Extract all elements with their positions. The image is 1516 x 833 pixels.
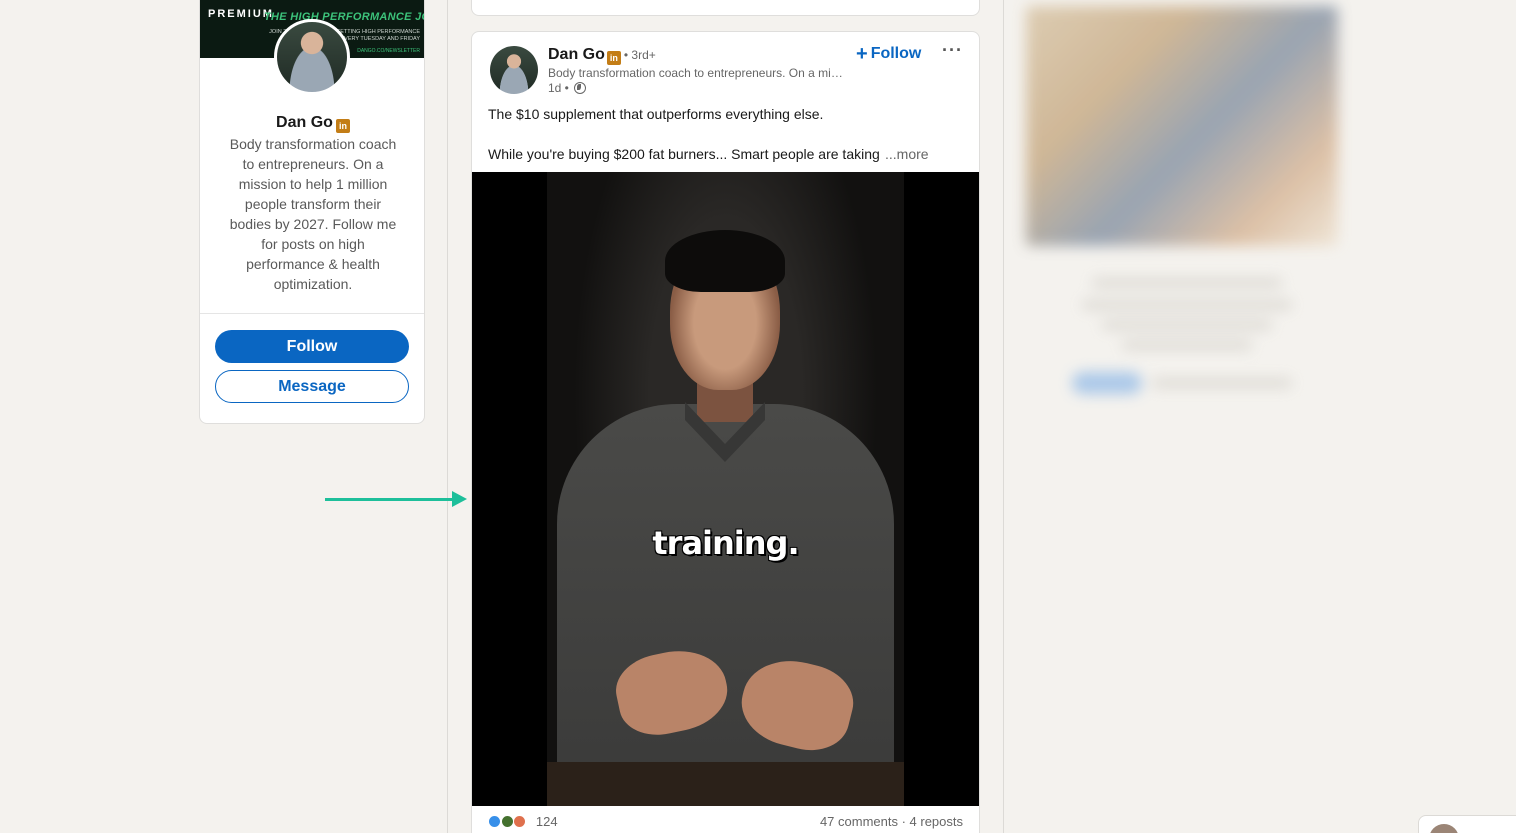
ad-image	[1026, 6, 1338, 246]
more-icon[interactable]: ···	[942, 40, 963, 61]
banner-journal-title: THE HIGH PERFORMANCE JOURNAL	[264, 11, 424, 23]
previous-post-card	[471, 0, 980, 16]
author-avatar[interactable]	[490, 46, 538, 94]
linkedin-badge-icon: in	[606, 51, 621, 65]
center-column-right-border	[1003, 0, 1004, 833]
reactions-summary[interactable]: 124	[488, 814, 558, 829]
globe-icon	[574, 82, 587, 94]
ad-button	[1072, 372, 1142, 394]
profile-bio: Body transformation coach to entrepreneu…	[229, 136, 397, 292]
feed-post: Dan Go in • 3rd+ Body transformation coach…	[471, 31, 980, 833]
post-text-line-2: While you're buying $200 fat burners... …	[488, 146, 880, 162]
video-caption: training.	[652, 524, 799, 562]
post-follow-label: Follow	[870, 45, 922, 62]
messaging-tab[interactable]	[1418, 815, 1516, 833]
divider	[200, 313, 424, 314]
comments-reposts-count[interactable]: 47 comments · 4 reposts	[820, 814, 963, 829]
profile-card: PREMIUM THE HIGH PERFORMANCE JOURNAL JOI…	[199, 0, 425, 424]
profile-name-row[interactable]: Dan Go in	[200, 114, 424, 133]
video-person-shirt	[557, 404, 894, 806]
profile-name[interactable]: Dan Go	[276, 114, 333, 131]
ad-text-line	[1122, 340, 1252, 350]
profile-follow-button[interactable]: Follow	[215, 330, 409, 363]
ad-text-line	[1152, 378, 1292, 388]
video-frame	[547, 172, 904, 806]
celebrate-reaction-icon	[500, 815, 514, 828]
post-video[interactable]: training.	[472, 172, 979, 806]
center-column-left-border	[447, 0, 448, 833]
like-reaction-icon	[488, 815, 501, 828]
connection-degree: • 3rd+	[623, 48, 656, 62]
video-person-hair	[665, 230, 785, 292]
linkedin-badge-icon: in	[335, 119, 350, 133]
post-text-line-1: The $10 supplement that outperforms ever…	[488, 106, 824, 122]
post-timestamp: 1d •	[548, 81, 587, 95]
author-name-row[interactable]: Dan Go in • 3rd+	[548, 46, 656, 65]
profile-message-button[interactable]: Message	[215, 370, 409, 403]
arrow-annotation-icon	[325, 498, 455, 501]
ad-text-line	[1092, 278, 1282, 288]
blurred-ad[interactable]	[1012, 0, 1352, 420]
post-time-text: 1d •	[548, 81, 569, 95]
video-table	[547, 762, 904, 806]
post-follow-button[interactable]: + Follow	[856, 43, 921, 66]
see-more-link[interactable]: ...more	[885, 146, 929, 162]
ad-text-line	[1102, 320, 1272, 330]
author-name[interactable]: Dan Go	[548, 46, 605, 63]
reaction-count[interactable]: 124	[536, 814, 558, 829]
plus-icon: +	[856, 43, 868, 65]
love-reaction-icon	[513, 815, 527, 828]
author-headline[interactable]: Body transformation coach to entrepreneu…	[548, 66, 848, 80]
arrow-head-icon	[452, 491, 467, 507]
messaging-avatar	[1429, 824, 1459, 833]
ad-text-line	[1082, 300, 1292, 310]
profile-avatar[interactable]	[274, 19, 350, 95]
banner-handle: DANGO.CO/NEWSLETTER	[357, 48, 420, 54]
